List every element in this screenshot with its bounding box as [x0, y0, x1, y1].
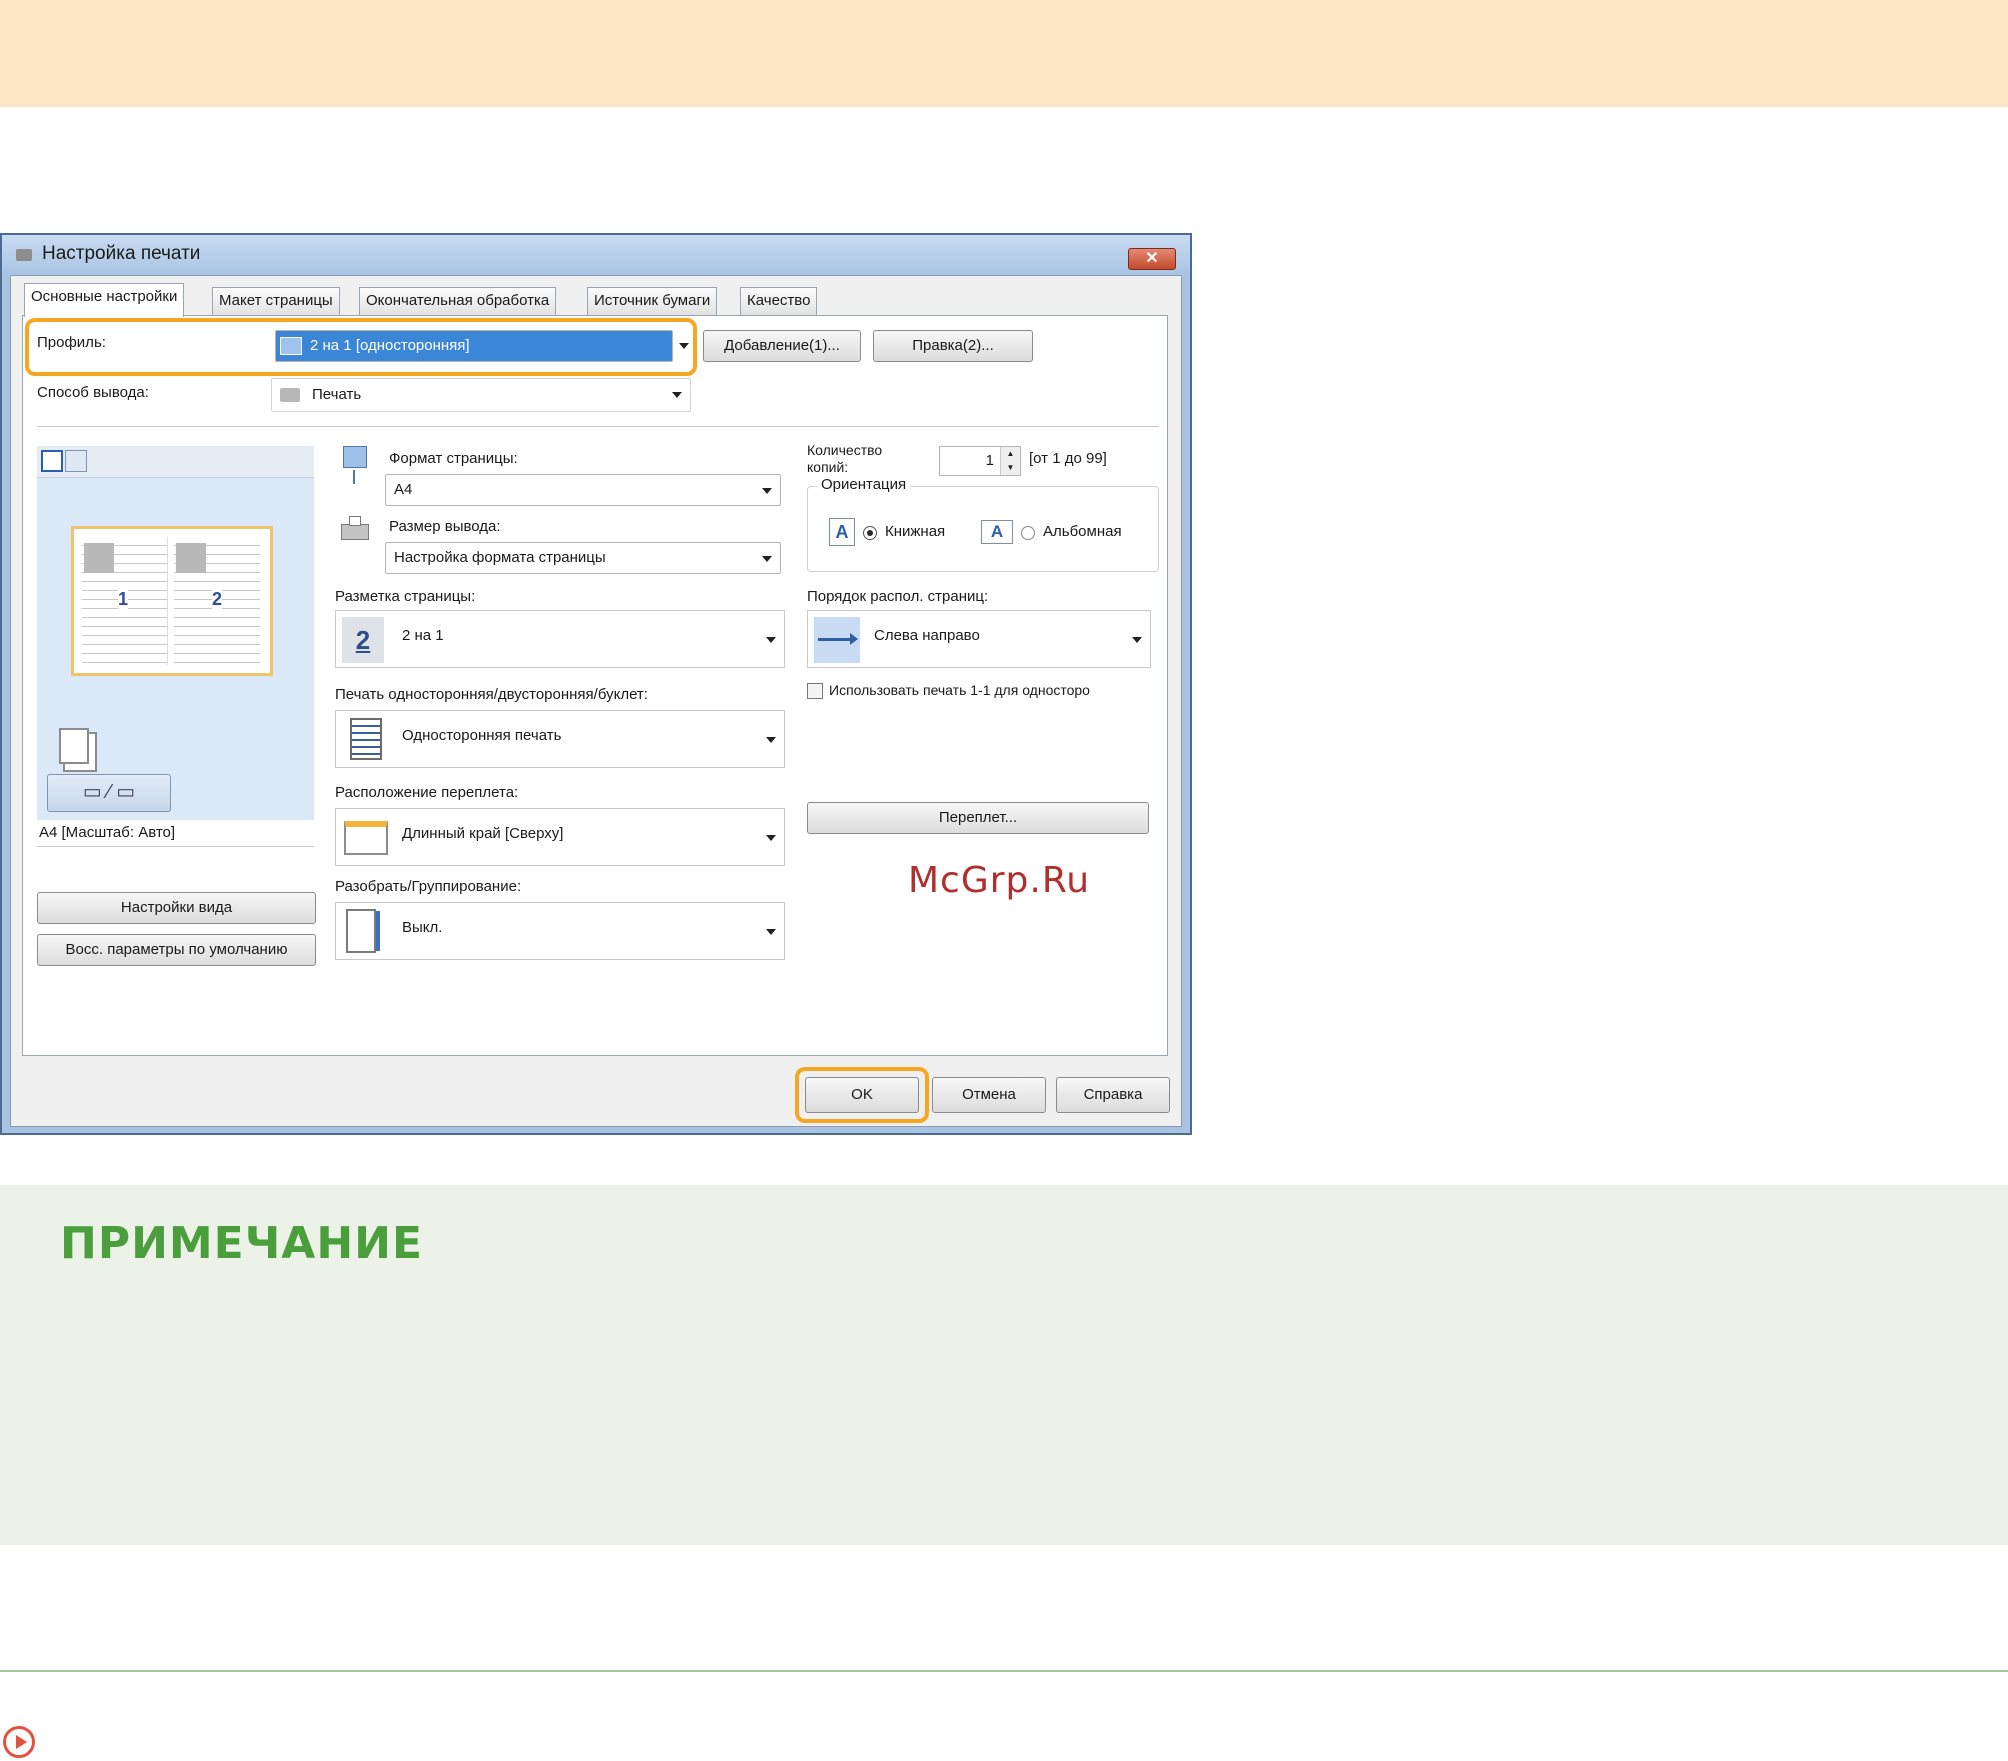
collate-icon [346, 909, 376, 953]
copies-range: [от 1 до 99] [1029, 450, 1107, 467]
copies-label: Количество копий: [807, 442, 883, 475]
portrait-label: Книжная [885, 523, 946, 540]
page-preview: 1 2 [71, 526, 273, 676]
tab-page-setup[interactable]: Макет страницы [212, 287, 340, 315]
one-sided-icon [350, 718, 382, 760]
preview-page-1: 1 [82, 537, 168, 665]
profile-value: 2 на 1 [односторонняя] [310, 337, 470, 354]
tab-paper-source[interactable]: Источник бумаги [587, 287, 718, 315]
profile-edit-button[interactable]: Правка(2)... [873, 330, 1033, 362]
header-band [0, 0, 2008, 107]
preview-separator [37, 846, 314, 847]
orientation-label: Ориентация [817, 476, 911, 493]
copies-spinner[interactable]: 1 ▲ ▼ [939, 446, 1021, 476]
print-style-label: Печать односторонняя/двусторонняя/буклет… [335, 686, 648, 703]
page-order-value: Слева направо [874, 627, 980, 644]
printer-icon [16, 249, 32, 261]
collate-combo[interactable]: Выкл. [335, 902, 785, 960]
print-settings-dialog: Настройка печати ✕ Основные настройки Ма… [0, 233, 1192, 1135]
output-size-value: Настройка формата страницы [394, 549, 606, 566]
copies-down-icon[interactable]: ▼ [1000, 461, 1020, 475]
long-edge-top-icon [344, 821, 388, 855]
copies-stack-icon [59, 728, 89, 764]
output-method-label: Способ вывода: [37, 384, 149, 401]
use-1-1-checkbox[interactable] [807, 683, 823, 699]
close-button[interactable]: ✕ [1128, 248, 1176, 270]
preview-caption: A4 [Масштаб: Авто] [39, 824, 176, 841]
print-style-value: Односторонняя печать [402, 727, 562, 744]
output-size-label: Размер вывода: [389, 518, 501, 535]
left-to-right-icon [814, 617, 860, 663]
watermark: McGrp.Ru [908, 860, 1091, 901]
tab-quality[interactable]: Качество [740, 287, 818, 315]
binding-location-value: Длинный край [Сверху] [402, 825, 564, 842]
separator [37, 426, 1159, 427]
portrait-radio[interactable] [863, 526, 877, 540]
copies-value: 1 [985, 452, 994, 469]
profile-add-button[interactable]: Добавление(1)... [703, 330, 861, 362]
output-method-combo[interactable]: Печать [271, 378, 691, 412]
binding-button[interactable]: Переплет... [807, 802, 1149, 834]
preview-image-2 [176, 543, 206, 573]
landscape-icon: A [981, 520, 1013, 544]
profile-combo[interactable]: 2 на 1 [односторонняя] [275, 330, 673, 362]
printer-view-icon[interactable] [65, 450, 87, 472]
use-1-1-label: Использовать печать 1-1 для односторо [829, 682, 1090, 698]
tab-finishing[interactable]: Окончательная обработка [359, 287, 557, 315]
help-button[interactable]: Справка [1056, 1077, 1170, 1113]
view-settings-button[interactable]: Настройки вида [37, 892, 316, 924]
landscape-label: Альбомная [1043, 523, 1122, 540]
page-view-icon[interactable] [41, 450, 63, 472]
preview-page-number-1: 1 [118, 589, 129, 610]
restore-defaults-button[interactable]: Восс. параметры по умолчанию [37, 934, 316, 966]
copies-up-icon[interactable]: ▲ [1000, 447, 1020, 461]
output-method-value: Печать [312, 386, 362, 403]
footer-divider [0, 1670, 2008, 1672]
dialog-title: Настройка печати [42, 243, 201, 264]
page-layout-label: Разметка страницы: [335, 588, 476, 605]
page-size-icon [341, 446, 369, 486]
page-size-combo[interactable]: A4 [385, 474, 781, 506]
portrait-icon: A [829, 518, 855, 546]
page-layout-combo[interactable]: 2 2 на 1 [335, 610, 785, 668]
cancel-button[interactable]: Отмена [932, 1077, 1046, 1113]
printer-small-icon [280, 388, 300, 402]
ok-button[interactable]: OK [805, 1077, 919, 1113]
output-size-icon [341, 516, 371, 542]
page-size-value: A4 [394, 481, 413, 498]
tab-basic-settings[interactable]: Основные настройки [24, 283, 185, 317]
page-layout-icon: 2 [342, 617, 384, 663]
preview-page-number-2: 2 [212, 589, 223, 610]
profile-icon [280, 337, 302, 355]
binding-location-combo[interactable]: Длинный край [Сверху] [335, 808, 785, 866]
output-size-combo[interactable]: Настройка формата страницы [385, 542, 781, 574]
tab-panel: Профиль: 2 на 1 [односторонняя] Добавлен… [22, 315, 1168, 1056]
page-order-combo[interactable]: Слева направо [807, 610, 1151, 668]
collate-label: Разобрать/Группирование: [335, 878, 522, 895]
preview-toolbar [37, 446, 314, 478]
preview-area: 1 2 ▭ ⁄ ▭ [37, 478, 314, 820]
titlebar[interactable]: Настройка печати ✕ [2, 235, 1190, 275]
collate-value: Выкл. [402, 919, 443, 936]
note-title: ПРИМЕЧАНИЕ [60, 1218, 424, 1269]
binding-location-label: Расположение переплета: [335, 784, 519, 801]
profile-label: Профиль: [37, 334, 106, 351]
orientation-toggle-button[interactable]: ▭ ⁄ ▭ [47, 774, 171, 812]
landscape-radio[interactable] [1021, 526, 1035, 540]
profile-dropdown-arrow[interactable] [677, 330, 693, 362]
preview-image-1 [84, 543, 114, 573]
play-arrow-icon[interactable] [3, 1726, 35, 1758]
page-size-label: Формат страницы: [389, 450, 518, 467]
page-layout-value: 2 на 1 [402, 627, 444, 644]
preview-page-2: 2 [174, 537, 260, 665]
page-order-label: Порядок распол. страниц: [807, 588, 989, 605]
print-style-combo[interactable]: Односторонняя печать [335, 710, 785, 768]
